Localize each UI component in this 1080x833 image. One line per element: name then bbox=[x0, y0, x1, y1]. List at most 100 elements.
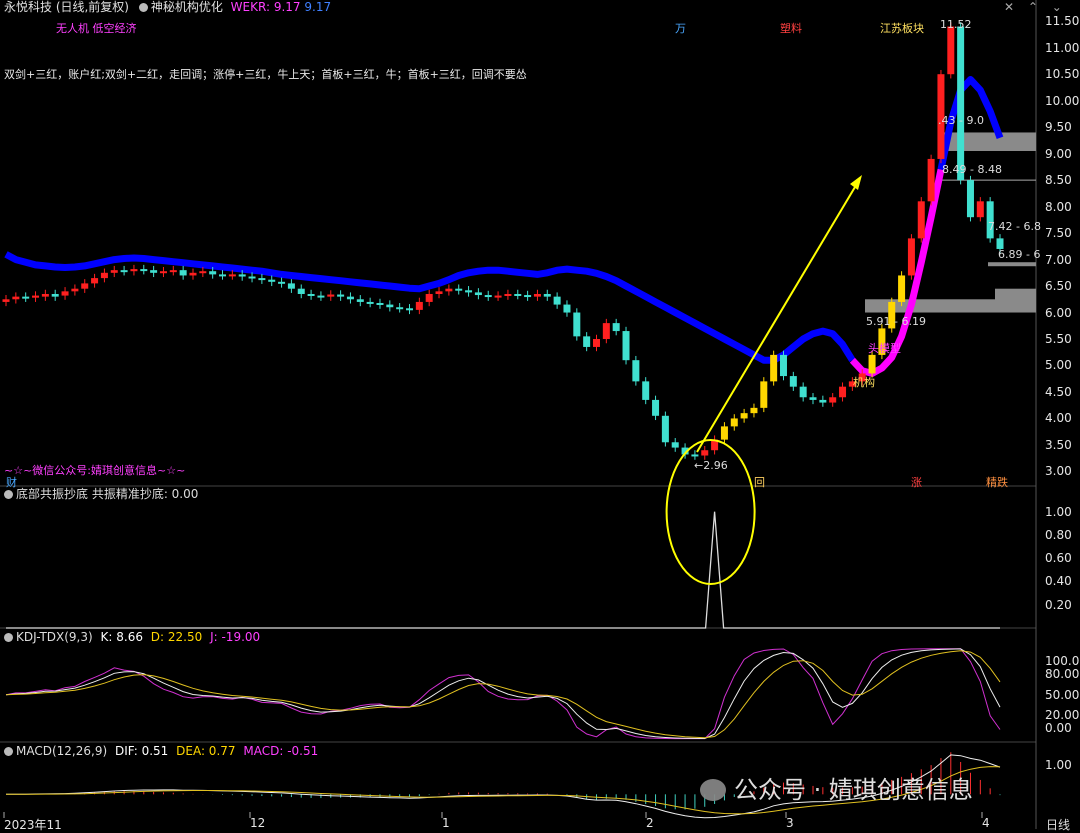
macd-dif: DIF: 0.51 bbox=[114, 744, 169, 758]
chevron-up-icon[interactable]: ⌃ bbox=[1028, 0, 1038, 14]
candle bbox=[543, 293, 551, 297]
candle bbox=[730, 418, 738, 427]
tag-wan: 万 bbox=[675, 22, 686, 35]
close-icon[interactable]: ✕ bbox=[1004, 0, 1014, 14]
candle bbox=[612, 323, 620, 332]
label-low: ←2.96 bbox=[694, 459, 728, 472]
x-tick-label: 2023年11 bbox=[4, 818, 62, 832]
candle bbox=[179, 270, 187, 276]
candle bbox=[248, 276, 256, 279]
y-tick-label: 9.50 bbox=[1045, 120, 1072, 135]
x-tick-label: 3 bbox=[786, 816, 794, 830]
kdj-j-line bbox=[5, 648, 1001, 740]
candle bbox=[465, 290, 473, 293]
kdj-d-line bbox=[5, 650, 1001, 739]
candle bbox=[415, 301, 423, 310]
candle bbox=[41, 293, 49, 297]
kdj-j: J: -19.00 bbox=[210, 630, 261, 644]
macd-name[interactable]: MACD(12,26,9) bbox=[16, 744, 107, 758]
candle bbox=[100, 272, 108, 279]
indicator-dot-icon[interactable] bbox=[4, 633, 13, 642]
candle bbox=[209, 271, 217, 275]
candle bbox=[140, 269, 148, 272]
candle bbox=[91, 278, 99, 284]
y-tick-label: 8.50 bbox=[1045, 173, 1072, 188]
indicator-name[interactable]: 神秘机构优化 bbox=[151, 0, 223, 14]
y-tick-label: 50.00 bbox=[1045, 687, 1080, 702]
high-price: 11.52 bbox=[940, 18, 972, 31]
signal-line bbox=[6, 511, 1000, 629]
candle bbox=[661, 415, 669, 443]
chevron-down-icon[interactable]: ⌄ bbox=[1052, 0, 1062, 14]
label-689: 6.89 - 6 bbox=[998, 248, 1041, 261]
candle bbox=[917, 201, 925, 239]
candle bbox=[907, 238, 915, 276]
candle bbox=[12, 296, 20, 300]
candle bbox=[189, 272, 197, 276]
y-tick-label: 9.00 bbox=[1045, 146, 1072, 161]
candle bbox=[278, 281, 286, 284]
kdj-k-line bbox=[5, 648, 1001, 740]
x-tick-label: 1 bbox=[442, 816, 450, 830]
candle bbox=[337, 294, 345, 297]
candle bbox=[258, 278, 266, 281]
label-849: 8.49 - 8.48 bbox=[942, 163, 1002, 176]
panel2-title: 底部共振抄底 共振精准抄底: 0.00 bbox=[4, 487, 198, 501]
candle bbox=[199, 271, 207, 274]
indicator-dot-icon[interactable] bbox=[4, 747, 13, 756]
y-tick-label: 0.20 bbox=[1045, 597, 1072, 612]
period-label[interactable]: 日线 bbox=[1046, 816, 1070, 833]
candle bbox=[829, 397, 837, 403]
candle bbox=[602, 323, 610, 340]
tag-jiangsu: 江苏板块 bbox=[880, 22, 924, 35]
candle bbox=[484, 295, 492, 298]
candle bbox=[898, 275, 906, 302]
candle bbox=[120, 270, 128, 273]
indicator-dot-icon[interactable] bbox=[4, 490, 13, 499]
candle bbox=[839, 386, 847, 398]
candle bbox=[494, 295, 502, 298]
y-tick-label: 11.50 bbox=[1045, 14, 1080, 29]
candle bbox=[642, 381, 650, 400]
y-tick-label: 1.00 bbox=[1045, 757, 1072, 772]
candle bbox=[376, 302, 384, 305]
candle bbox=[789, 376, 797, 387]
indicator-dot-icon[interactable] bbox=[138, 3, 148, 12]
candle bbox=[504, 293, 512, 296]
y-tick-label: 11.00 bbox=[1045, 40, 1080, 55]
candle bbox=[563, 304, 571, 313]
y-tick-label: 80.00 bbox=[1045, 667, 1080, 682]
candle bbox=[159, 271, 167, 274]
candle bbox=[966, 180, 974, 218]
label-943: .43 - 9.0 bbox=[938, 114, 984, 127]
candle bbox=[553, 296, 561, 305]
candle bbox=[150, 270, 158, 273]
y-tick-label: 0.40 bbox=[1045, 574, 1072, 589]
y-tick-label: 4.00 bbox=[1045, 411, 1072, 426]
candle bbox=[583, 336, 591, 347]
candle bbox=[71, 288, 79, 292]
price-zone bbox=[938, 132, 1036, 151]
kdj-d: D: 22.50 bbox=[150, 630, 203, 644]
candle bbox=[317, 295, 325, 298]
candle bbox=[445, 288, 453, 292]
y-tick-label: 0.00 bbox=[1045, 721, 1072, 736]
candle bbox=[425, 293, 433, 302]
candle bbox=[770, 354, 778, 382]
candle bbox=[238, 274, 246, 277]
y-tick-label: 7.50 bbox=[1045, 226, 1072, 241]
candle bbox=[799, 386, 807, 398]
chart-canvas bbox=[0, 0, 1037, 829]
candle bbox=[297, 288, 305, 294]
price-zone bbox=[988, 262, 1036, 267]
label-jigou: 机构 bbox=[853, 376, 875, 389]
watermark: 公众号 · 婧琪创意信息 bbox=[700, 770, 973, 805]
y-tick-label: 6.00 bbox=[1045, 305, 1072, 320]
x-tick-label: 4 bbox=[982, 816, 990, 830]
candle bbox=[947, 26, 955, 75]
candle bbox=[957, 26, 965, 181]
candle bbox=[366, 301, 374, 304]
kdj-name[interactable]: KDJ-TDX(9,3) bbox=[16, 630, 93, 644]
y-tick-label: 1.00 bbox=[1045, 504, 1072, 519]
candle bbox=[524, 295, 532, 298]
